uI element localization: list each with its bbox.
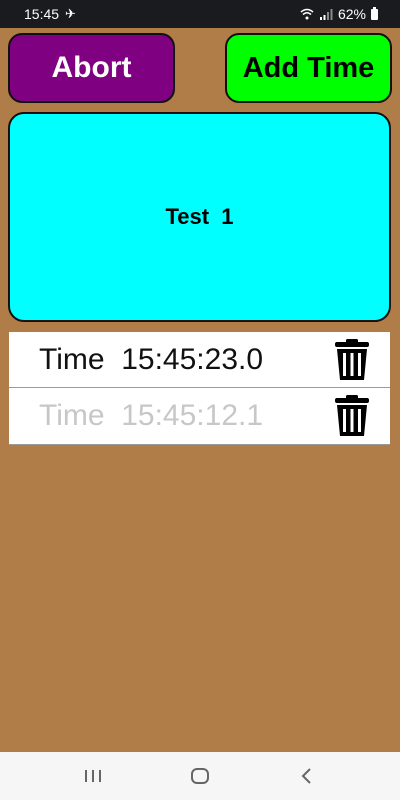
time-row[interactable]: Time 15:45:12.1 (9, 388, 390, 445)
status-time: 15:45 (24, 6, 60, 22)
recent-apps-icon[interactable] (73, 756, 113, 796)
trash-icon[interactable] (328, 338, 376, 382)
airplane-mode-icon: ✈ (65, 6, 76, 21)
time-label: Time 15:45:12.1 (39, 399, 264, 432)
back-icon[interactable] (287, 756, 327, 796)
battery-percent: 62% (337, 6, 366, 22)
wifi-icon (300, 8, 314, 20)
signal-icon (319, 9, 333, 20)
battery-icon (371, 6, 378, 20)
time-label: Time 15:45:23.0 (39, 342, 264, 376)
status-left: 15:45 ✈ (24, 6, 76, 22)
time-list: Time 15:45:23.0 Time 15:45:12.1 (9, 332, 390, 445)
home-icon[interactable] (180, 756, 220, 796)
trash-icon[interactable] (328, 394, 376, 438)
status-bar: 15:45 ✈ 62% (0, 0, 400, 28)
abort-button[interactable]: Abort (8, 33, 175, 103)
test-card[interactable]: Test 1 (8, 112, 391, 322)
status-right: 62% (300, 6, 378, 22)
time-row[interactable]: Time 15:45:23.0 (9, 332, 390, 388)
navigation-bar (0, 752, 400, 800)
add-time-button[interactable]: Add Time (225, 33, 392, 103)
